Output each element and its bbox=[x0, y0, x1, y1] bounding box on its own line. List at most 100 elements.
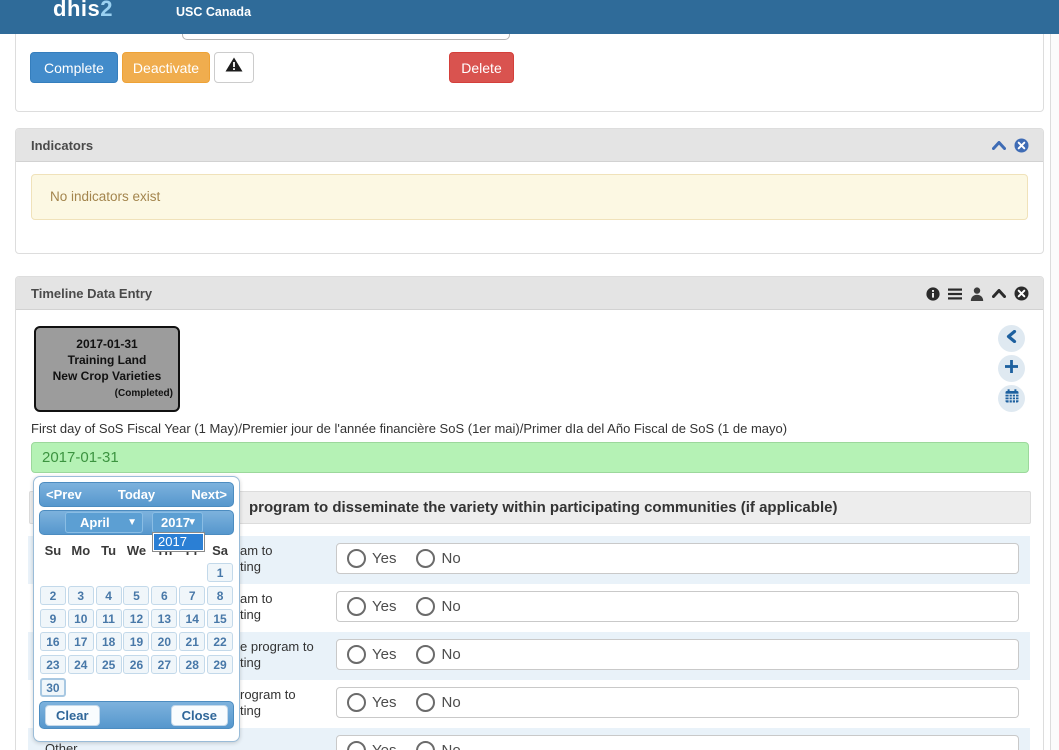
calendar-day-empty bbox=[40, 563, 66, 582]
form-row-label: am toting bbox=[240, 543, 273, 575]
calendar-day-button[interactable]: 19 bbox=[123, 632, 149, 651]
calendar-day-button[interactable]: 18 bbox=[96, 632, 122, 651]
calendar-day-button[interactable]: 3 bbox=[68, 586, 94, 605]
radio-input[interactable] bbox=[416, 549, 435, 568]
datepicker-next-button[interactable]: Next> bbox=[191, 487, 227, 502]
calendar-day-button[interactable]: 20 bbox=[151, 632, 177, 651]
radio-option-no[interactable]: No bbox=[416, 597, 460, 616]
radio-option-yes[interactable]: Yes bbox=[347, 693, 396, 712]
deactivate-button[interactable]: Deactivate bbox=[122, 52, 210, 83]
timeline-event-card[interactable]: 2017-01-31 Training Land New Crop Variet… bbox=[34, 326, 180, 412]
delete-button[interactable]: Delete bbox=[449, 52, 514, 83]
radio-option-yes[interactable]: Yes bbox=[347, 549, 396, 568]
radio-label: No bbox=[441, 742, 460, 750]
calendar-day-button[interactable]: 23 bbox=[40, 655, 66, 674]
radio-label: Yes bbox=[372, 694, 396, 711]
warning-button[interactable] bbox=[214, 52, 254, 83]
radio-input[interactable] bbox=[347, 693, 366, 712]
radio-option-no[interactable]: No bbox=[416, 693, 460, 712]
dhis2-logo[interactable]: dhis2 bbox=[53, 0, 113, 22]
collapse-panel-icon[interactable] bbox=[992, 141, 1006, 150]
timeline-panel-title: Timeline Data Entry bbox=[31, 286, 152, 301]
radio-option-no[interactable]: No bbox=[416, 645, 460, 664]
calendar-day-button[interactable]: 22 bbox=[207, 632, 233, 651]
datepicker-prev-button[interactable]: <Prev bbox=[46, 487, 82, 502]
radio-option-no[interactable]: No bbox=[416, 741, 460, 750]
user-icon[interactable] bbox=[970, 287, 984, 301]
radio-input[interactable] bbox=[416, 741, 435, 750]
year-select[interactable]: 2017 ▼ bbox=[152, 512, 203, 533]
radio-option-no[interactable]: No bbox=[416, 549, 460, 568]
radio-input[interactable] bbox=[416, 597, 435, 616]
calendar-day-button[interactable]: 6 bbox=[151, 586, 177, 605]
calendar-day-empty bbox=[207, 678, 233, 697]
close-panel-icon[interactable] bbox=[1014, 138, 1029, 153]
calendar-view-button[interactable] bbox=[998, 385, 1025, 412]
radio-input[interactable] bbox=[347, 645, 366, 664]
app-header-bar: dhis2 USC Canada bbox=[0, 0, 1059, 34]
radio-option-yes[interactable]: Yes bbox=[347, 597, 396, 616]
event-status: (Completed) bbox=[36, 386, 178, 402]
clear-button[interactable]: Clear bbox=[45, 705, 100, 726]
calendar-day-button[interactable]: 8 bbox=[207, 586, 233, 605]
calendar-day-button[interactable]: 16 bbox=[40, 632, 66, 651]
close-button[interactable]: Close bbox=[171, 705, 228, 726]
form-row-label: rogram toting bbox=[240, 687, 296, 719]
calendar-day-button[interactable]: 14 bbox=[179, 609, 205, 628]
calendar-day-button[interactable]: 11 bbox=[96, 609, 122, 628]
calendar-day-button[interactable]: 29 bbox=[207, 655, 233, 674]
calendar-day-button[interactable]: 9 bbox=[40, 609, 66, 628]
indicators-panel-title: Indicators bbox=[31, 138, 93, 153]
radio-option-yes[interactable]: Yes bbox=[347, 741, 396, 750]
date-field-input[interactable] bbox=[31, 442, 1029, 473]
calendar-day-empty bbox=[96, 678, 122, 697]
calendar-day-button[interactable]: 17 bbox=[68, 632, 94, 651]
calendar-day-button[interactable]: 28 bbox=[179, 655, 205, 674]
radio-input[interactable] bbox=[347, 549, 366, 568]
radio-input[interactable] bbox=[347, 741, 366, 750]
calendar-day-button[interactable]: 12 bbox=[123, 609, 149, 628]
calendar-day-button[interactable]: 10 bbox=[68, 609, 94, 628]
calendar-day-button[interactable]: 7 bbox=[179, 586, 205, 605]
calendar-day-button[interactable]: 25 bbox=[96, 655, 122, 674]
previous-event-button[interactable] bbox=[998, 325, 1025, 352]
calendar-day-empty bbox=[179, 563, 205, 582]
calendar-day-button[interactable]: 30 bbox=[40, 678, 66, 697]
plus-icon bbox=[1005, 360, 1018, 378]
radio-input[interactable] bbox=[416, 645, 435, 664]
calendar-day-button[interactable]: 5 bbox=[123, 586, 149, 605]
radio-input[interactable] bbox=[347, 597, 366, 616]
empty-indicators-text: No indicators exist bbox=[50, 189, 160, 204]
radio-label: Yes bbox=[372, 646, 396, 663]
radio-option-yes[interactable]: Yes bbox=[347, 645, 396, 664]
calendar-day-button[interactable]: 15 bbox=[207, 609, 233, 628]
calendar-day-button[interactable]: 13 bbox=[151, 609, 177, 628]
calendar-day-button[interactable]: 21 bbox=[179, 632, 205, 651]
chevron-down-icon: ▼ bbox=[187, 513, 197, 532]
add-event-button[interactable] bbox=[998, 355, 1025, 382]
calendar-day-button[interactable]: 27 bbox=[151, 655, 177, 674]
form-row-label: Other bbox=[45, 741, 78, 750]
form-row-label: e program toting bbox=[240, 639, 314, 671]
calendar-day-button[interactable]: 26 bbox=[123, 655, 149, 674]
calendar-day-empty bbox=[123, 678, 149, 697]
info-icon[interactable] bbox=[926, 287, 940, 301]
answer-box: Yes No bbox=[336, 639, 1019, 670]
datepicker-today-button[interactable]: Today bbox=[118, 487, 155, 502]
year-option[interactable]: 2017 bbox=[154, 534, 203, 550]
collapse-panel-icon[interactable] bbox=[992, 289, 1006, 298]
complete-button[interactable]: Complete bbox=[30, 52, 118, 83]
calendar-day-button[interactable]: 2 bbox=[40, 586, 66, 605]
calendar-day-button[interactable]: 4 bbox=[96, 586, 122, 605]
list-icon[interactable] bbox=[948, 288, 962, 300]
close-panel-icon[interactable] bbox=[1014, 286, 1029, 301]
logo-accent: 2 bbox=[100, 0, 113, 21]
calendar-day-button[interactable]: 1 bbox=[207, 563, 233, 582]
calendar-day-button[interactable]: 24 bbox=[68, 655, 94, 674]
calendar-day-header: Mo bbox=[67, 542, 95, 559]
scrollbar-track[interactable] bbox=[1050, 34, 1059, 750]
calendar-day-empty bbox=[68, 563, 94, 582]
logo-text: dhis bbox=[53, 0, 100, 21]
month-select[interactable]: April ▼ bbox=[65, 512, 143, 533]
radio-input[interactable] bbox=[416, 693, 435, 712]
